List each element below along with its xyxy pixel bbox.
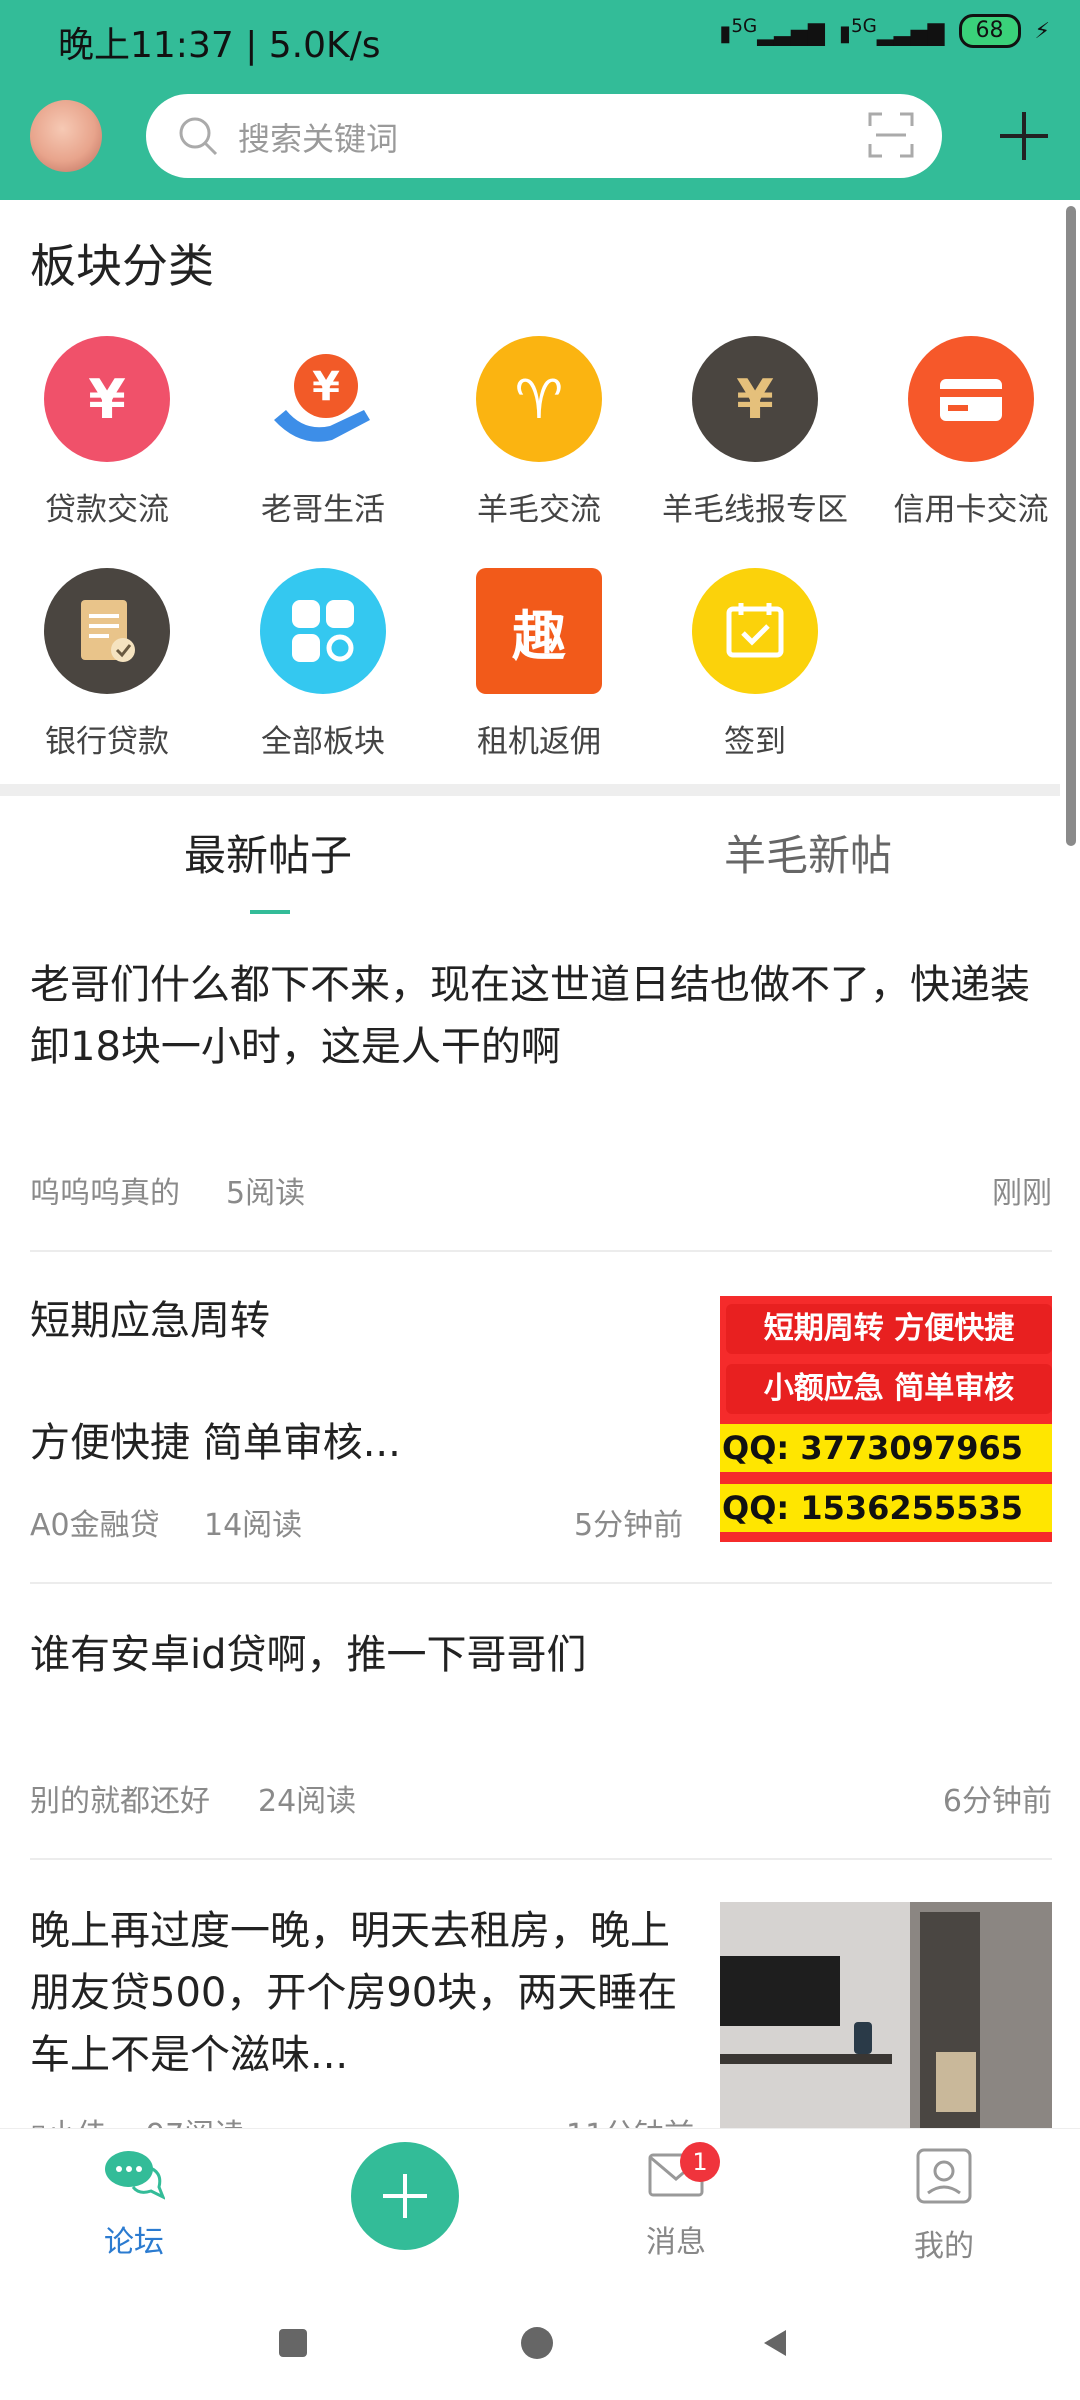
status-right: ▮5G▂▃▅▇ ▮5G▂▃▅▇ 68 ⚡ bbox=[719, 14, 1050, 48]
category-label: 老哥生活 bbox=[261, 492, 385, 528]
home-icon[interactable] bbox=[520, 2326, 554, 2360]
post-author: 呜呜呜真的 bbox=[30, 1176, 180, 1211]
post-thumbnail-ad[interactable]: 短期周转 方便快捷 小额应急 简单审核 QQ: 3773097965 QQ: 1… bbox=[720, 1296, 1052, 1542]
ad-line: 小额应急 简单审核 bbox=[726, 1364, 1052, 1414]
post-title[interactable]: 谁有安卓id贷啊，推一下哥哥们 bbox=[30, 1624, 1052, 1686]
category-checkin[interactable]: 签到 bbox=[655, 568, 855, 761]
chat-bubble-icon bbox=[105, 2151, 166, 2201]
category-section: 板块分类 ¥ 贷款交流 ¥ 老哥生活 ♈ 羊毛交流 ¥ 羊毛线报专区 信用卡交流 bbox=[0, 200, 1060, 785]
category-phone-rental[interactable]: 趣 租机返佣 bbox=[439, 568, 639, 761]
category-life[interactable]: ¥ 老哥生活 bbox=[223, 336, 423, 529]
signal-icon-2: ▮5G▂▃▅▇ bbox=[838, 15, 945, 47]
post-time: 5分钟前 bbox=[574, 1508, 684, 1543]
ram-horn-icon: ♈ bbox=[476, 336, 602, 462]
post-item[interactable]: 晚上再过度一晚，明天去租房，晚上朋友贷500，开个房90块，两天睡在车上不是个滋… bbox=[30, 1900, 690, 2086]
charging-icon: ⚡ bbox=[1034, 18, 1050, 44]
alarm-shield-icon bbox=[386, 18, 446, 62]
divider bbox=[30, 1582, 1052, 1584]
post-author: A0金融贷 bbox=[30, 1508, 160, 1543]
nav-mine[interactable]: 我的 bbox=[874, 2147, 1014, 2265]
back-icon[interactable] bbox=[760, 2328, 790, 2358]
grid-icon bbox=[260, 568, 386, 694]
post-item[interactable]: 老哥们什么都下不来，现在这世道日结也做不了，快递装卸18块一小时，这是人干的啊 bbox=[30, 954, 1052, 1078]
ad-line: QQ: 3773097965 bbox=[720, 1424, 1052, 1472]
category-label: 贷款交流 bbox=[45, 492, 169, 528]
message-badge: 1 bbox=[680, 2142, 720, 2182]
coin-warning-icon: ¥ bbox=[692, 336, 818, 462]
post-time: 6分钟前 bbox=[942, 1784, 1052, 1819]
room-photo bbox=[720, 1902, 1052, 2128]
qu-character-icon: 趣 bbox=[476, 568, 602, 694]
scrollbar[interactable] bbox=[1066, 206, 1076, 846]
profile-icon bbox=[916, 2148, 972, 2204]
nav-forum[interactable]: 论坛 bbox=[64, 2147, 204, 2261]
top-header: 搜索关键词 bbox=[0, 80, 1080, 200]
clipboard-check-icon bbox=[44, 568, 170, 694]
category-label: 租机返佣 bbox=[477, 724, 601, 760]
nav-mine-label: 我的 bbox=[914, 2229, 974, 2264]
section-divider bbox=[0, 784, 1060, 796]
post-title[interactable]: 晚上再过度一晚，明天去租房，晚上朋友贷500，开个房90块，两天睡在车上不是个滋… bbox=[30, 1900, 690, 2086]
recents-icon[interactable] bbox=[278, 2328, 308, 2358]
svg-text:¥: ¥ bbox=[312, 364, 340, 410]
post-excerpt-wrap: 方便快捷 简单审核... bbox=[30, 1412, 690, 1474]
ad-line: QQ: 1536255535 bbox=[720, 1484, 1052, 1532]
category-label: 羊毛线报专区 bbox=[662, 492, 848, 528]
category-credit-card[interactable]: 信用卡交流 bbox=[871, 336, 1071, 529]
scan-icon[interactable] bbox=[868, 112, 914, 158]
post-time: 刚刚 bbox=[992, 1176, 1052, 1211]
divider bbox=[30, 1858, 1052, 1860]
category-label: 全部板块 bbox=[261, 724, 385, 760]
tab-indicator bbox=[250, 910, 290, 914]
category-label: 签到 bbox=[724, 724, 786, 760]
status-time: 晚上11:37 | 5.0K/s bbox=[58, 25, 381, 66]
category-label: 银行贷款 bbox=[45, 724, 169, 760]
hand-coin-icon: ¥ bbox=[260, 336, 386, 462]
category-label: 信用卡交流 bbox=[893, 492, 1049, 528]
signal-icon: ▮5G▂▃▅▇ bbox=[719, 15, 825, 47]
category-label: 羊毛交流 bbox=[477, 492, 601, 528]
post-item[interactable]: 谁有安卓id贷啊，推一下哥哥们 bbox=[30, 1624, 1052, 1686]
post-title[interactable]: 老哥们什么都下不来，现在这世道日结也做不了，快递装卸18块一小时，这是人干的啊 bbox=[30, 954, 1052, 1078]
money-bag-icon: ¥ bbox=[44, 336, 170, 462]
search-icon bbox=[179, 117, 218, 156]
search-placeholder[interactable]: 搜索关键词 bbox=[238, 114, 398, 160]
category-title: 板块分类 bbox=[30, 239, 214, 293]
plus-icon bbox=[383, 2174, 427, 2218]
bottom-navigation: 论坛 消息 我的 bbox=[0, 2128, 1080, 2268]
category-all[interactable]: 全部板块 bbox=[223, 568, 423, 761]
divider bbox=[30, 1250, 1052, 1252]
category-wool-tips[interactable]: ¥ 羊毛线报专区 bbox=[655, 336, 855, 529]
post-item[interactable]: 短期应急周转 bbox=[30, 1290, 690, 1352]
status-bar: 晚上11:37 | 5.0K/s ▮5G▂▃▅▇ ▮5G▂▃▅▇ 68 ⚡ bbox=[0, 0, 1080, 80]
ad-line: 短期周转 方便快捷 bbox=[726, 1304, 1052, 1354]
category-loan[interactable]: ¥ 贷款交流 bbox=[7, 336, 207, 529]
search-bar[interactable]: 搜索关键词 bbox=[146, 94, 942, 178]
add-icon[interactable] bbox=[994, 106, 1054, 166]
nav-messages[interactable]: 消息 bbox=[606, 2147, 746, 2261]
post-author: 别的就都还好 bbox=[30, 1784, 210, 1819]
post-reads: 24阅读 bbox=[258, 1784, 357, 1819]
new-post-button[interactable] bbox=[351, 2142, 459, 2250]
category-wool[interactable]: ♈ 羊毛交流 bbox=[439, 336, 639, 529]
tab-wool-posts[interactable]: 羊毛新帖 bbox=[724, 822, 892, 883]
calendar-check-icon bbox=[692, 568, 818, 694]
nav-messages-label: 消息 bbox=[646, 2225, 706, 2260]
avatar[interactable] bbox=[30, 100, 102, 172]
system-navigation-bar bbox=[0, 2268, 1080, 2400]
post-excerpt: 方便快捷 简单审核... bbox=[30, 1420, 401, 1466]
app-screen: 晚上11:37 | 5.0K/s ▮5G▂▃▅▇ ▮5G▂▃▅▇ 68 ⚡ 搜索… bbox=[0, 0, 1080, 2400]
category-bank-loan[interactable]: 银行贷款 bbox=[7, 568, 207, 761]
post-reads: 5阅读 bbox=[226, 1176, 306, 1211]
post-title[interactable]: 短期应急周转 bbox=[30, 1290, 690, 1352]
credit-card-icon bbox=[908, 336, 1034, 462]
tab-latest-posts[interactable]: 最新帖子 bbox=[184, 822, 352, 883]
battery-indicator: 68 bbox=[958, 14, 1021, 48]
post-thumbnail-photo[interactable] bbox=[720, 1902, 1052, 2128]
post-reads: 14阅读 bbox=[204, 1508, 303, 1543]
nav-forum-label: 论坛 bbox=[104, 2225, 164, 2260]
